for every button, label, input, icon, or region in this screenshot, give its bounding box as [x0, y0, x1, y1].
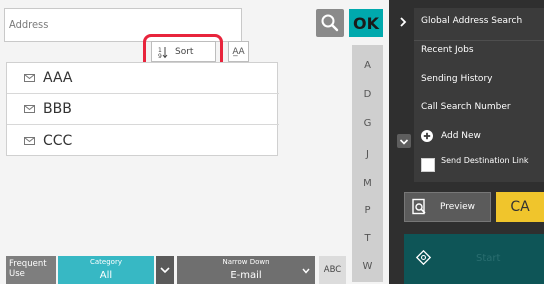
clear-all-button[interactable]: CA [496, 192, 544, 222]
preview-area: Preview CA [404, 192, 544, 222]
abc-button[interactable]: ABC [319, 256, 346, 284]
contact-name: CCC [43, 132, 73, 149]
menu-recent-jobs[interactable]: Recent Jobs [421, 45, 474, 55]
bottom-toolbar: Frequent Use Category All Narrow Down E-… [6, 256, 346, 284]
menu-sending-history[interactable]: Sending History [421, 74, 492, 84]
category-selector[interactable]: Category All [58, 256, 154, 284]
address-list: AAA BBB CCC [6, 62, 279, 156]
narrow-down-label: Narrow Down [222, 258, 270, 266]
sort-icon: 1 9 [158, 46, 168, 59]
chevron-down-icon [302, 268, 310, 274]
sort-label: Sort [175, 46, 194, 57]
index-letter-g[interactable]: G [352, 118, 383, 129]
search-button[interactable] [316, 9, 344, 37]
display-toggle-button[interactable]: A̲A [228, 41, 249, 62]
menu-divider [414, 40, 544, 41]
list-item[interactable]: BBB [7, 94, 279, 125]
contact-name: BBB [43, 101, 72, 117]
category-label: Category [90, 258, 122, 266]
mail-icon [24, 105, 35, 113]
mail-icon [24, 74, 35, 82]
index-letter-t[interactable]: T [352, 233, 383, 244]
chevron-right-icon[interactable] [398, 16, 408, 28]
address-label: Address [9, 18, 49, 31]
preview-button[interactable]: Preview [404, 192, 491, 222]
contact-name: AAA [43, 70, 73, 86]
menu-add-new[interactable]: Add New [441, 131, 481, 141]
sort-button[interactable]: 1 9 Sort [151, 41, 216, 62]
category-value: All [99, 270, 113, 281]
index-letter-m[interactable]: M [352, 178, 383, 189]
side-menu: Global Address Search Recent Jobs Sendin… [414, 8, 544, 182]
display-toggle-label: A̲A [232, 46, 245, 57]
start-diamond-icon [416, 250, 431, 265]
narrow-down-selector[interactable]: Narrow Down E-mail [177, 256, 315, 284]
menu-call-search-number[interactable]: Call Search Number [421, 102, 511, 112]
chevron-down-icon [399, 139, 409, 145]
list-item[interactable]: AAA [7, 63, 279, 94]
collapse-menu-button[interactable] [397, 134, 411, 148]
address-book-screen: Address OK 1 9 Sort A̲A AAA BBB CCC A D … [0, 0, 544, 284]
send-destination-link-checkbox[interactable] [421, 158, 435, 172]
svg-text:9: 9 [158, 53, 162, 59]
plus-circle-icon [421, 130, 433, 142]
start-label: Start [476, 253, 501, 264]
search-icon [321, 14, 339, 32]
preview-label: Preview [440, 202, 476, 212]
index-column: A D G J M P T W [352, 45, 383, 282]
narrow-down-value: E-mail [230, 270, 262, 281]
list-item[interactable]: CCC [7, 125, 279, 156]
index-letter-d[interactable]: D [352, 89, 383, 100]
send-destination-link-label: Send Destination Link [441, 156, 529, 165]
ok-button[interactable]: OK [349, 9, 383, 37]
index-letter-j[interactable]: J [352, 149, 383, 160]
preview-icon [412, 198, 426, 215]
index-letter-p[interactable]: P [352, 205, 383, 216]
index-letter-w[interactable]: W [352, 261, 383, 272]
index-letter-a[interactable]: A [352, 60, 383, 71]
start-button[interactable]: Start [404, 234, 544, 284]
category-dropdown-button[interactable] [156, 256, 174, 284]
menu-global-address-search[interactable]: Global Address Search [421, 16, 522, 26]
mail-icon [24, 136, 35, 145]
chevron-down-icon [160, 267, 170, 274]
frequent-use-button[interactable]: Frequent Use [6, 256, 56, 284]
